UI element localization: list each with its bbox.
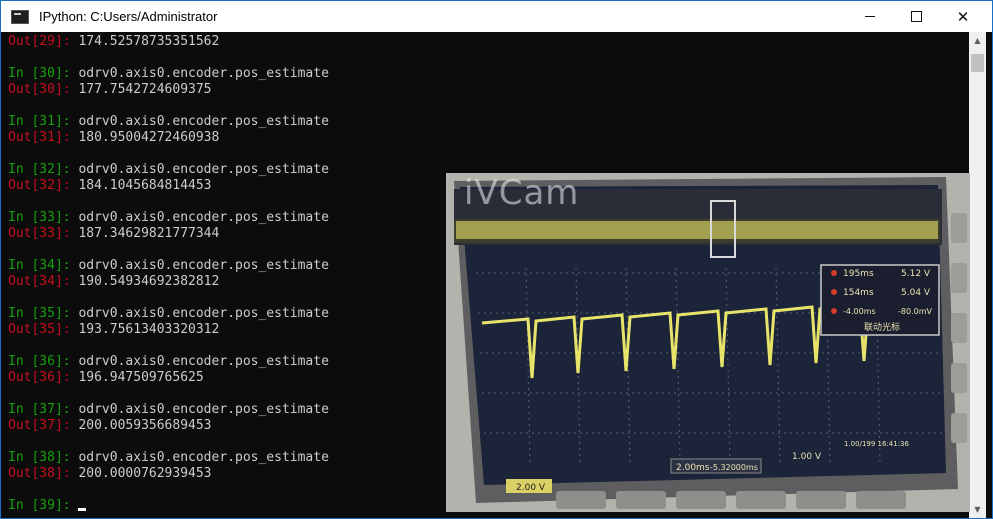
result-text: 187.34629821777344	[78, 226, 220, 241]
close-icon: ✕	[956, 7, 970, 26]
command-text: odrv0.axis0.encoder.pos_estimate	[78, 354, 329, 369]
measurement-2-right: 5.04 V	[901, 288, 931, 298]
result-text: 200.0059356689453	[78, 418, 212, 433]
out-prompt: Out[32]:	[8, 178, 79, 193]
minimize-button[interactable]	[847, 1, 893, 32]
ipython-window: IPython: C:Users/Administrator ✕ Out[29]…	[0, 0, 993, 519]
output-line: Out[32]: 184.1045684814453	[8, 178, 212, 194]
channel-scale-label: 1.00 V	[792, 452, 822, 462]
command-text: odrv0.axis0.encoder.pos_estimate	[78, 114, 329, 129]
output-line: Out[35]: 193.75613403320312	[8, 322, 219, 338]
measurement-3-right: -80.0mV	[898, 307, 932, 316]
out-prompt: Out[29]:	[8, 34, 79, 49]
minimize-icon	[865, 16, 875, 17]
input-line: In [32]: odrv0.axis0.encoder.pos_estimat…	[8, 162, 329, 178]
console-app-icon	[11, 9, 29, 24]
command-text: odrv0.axis0.encoder.pos_estimate	[78, 162, 329, 177]
input-line: In [33]: odrv0.axis0.encoder.pos_estimat…	[8, 210, 329, 226]
input-line: In [36]: odrv0.axis0.encoder.pos_estimat…	[8, 354, 329, 370]
input-line: In [39]:	[8, 498, 87, 514]
ivcam-watermark: iVCam	[464, 173, 580, 213]
input-line: In [34]: odrv0.axis0.encoder.pos_estimat…	[8, 258, 329, 274]
measurement-1-right: 5.12 V	[901, 269, 931, 279]
linked-cursor-label: 联动光标	[864, 321, 900, 333]
output-line: Out[33]: 187.34629821777344	[8, 226, 219, 242]
input-line: In [35]: odrv0.axis0.encoder.pos_estimat…	[8, 306, 329, 322]
out-prompt: Out[31]:	[8, 130, 79, 145]
in-prompt: In [35]:	[8, 306, 79, 321]
result-text: 177.7542724609375	[78, 82, 212, 97]
input-line: In [30]: odrv0.axis0.encoder.pos_estimat…	[8, 66, 329, 82]
out-prompt: Out[30]:	[8, 82, 79, 97]
output-line: Out[37]: 200.0059356689453	[8, 418, 212, 434]
result-text: 196.947509765625	[78, 370, 204, 385]
input-line: In [37]: odrv0.axis0.encoder.pos_estimat…	[8, 402, 329, 418]
input-line: In [31]: odrv0.axis0.encoder.pos_estimat…	[8, 114, 329, 130]
in-prompt: In [30]:	[8, 66, 79, 81]
measurement-1-left: 195ms	[843, 269, 874, 279]
out-prompt: Out[33]:	[8, 226, 79, 241]
trigger-offset-label: -5.32000ms	[710, 463, 758, 472]
in-prompt: In [32]:	[8, 162, 79, 177]
command-text: odrv0.axis0.encoder.pos_estimate	[78, 306, 329, 321]
channel-1-badge: 2.00 V	[516, 483, 546, 493]
output-line: Out[34]: 190.54934692382812	[8, 274, 219, 290]
text-cursor	[78, 508, 87, 511]
output-line: Out[30]: 177.7542724609375	[8, 82, 212, 98]
in-prompt: In [33]:	[8, 210, 79, 225]
in-prompt: In [37]:	[8, 402, 79, 417]
close-button[interactable]: ✕	[940, 1, 986, 32]
out-prompt: Out[37]:	[8, 418, 79, 433]
scroll-up-arrow-icon[interactable]: ▲	[969, 32, 986, 49]
maximize-icon	[910, 11, 922, 22]
command-text: odrv0.axis0.encoder.pos_estimate	[78, 450, 329, 465]
out-prompt: Out[36]:	[8, 370, 79, 385]
in-prompt: In [38]:	[8, 450, 79, 465]
command-text: odrv0.axis0.encoder.pos_estimate	[78, 258, 329, 273]
output-line: Out[31]: 180.95004272460938	[8, 130, 219, 146]
command-text: odrv0.axis0.encoder.pos_estimate	[78, 402, 329, 417]
oscilloscope-screen-image: 195ms 5.12 V 154ms 5.04 V -4.00ms -80.0m…	[446, 173, 970, 512]
out-prompt: Out[38]:	[8, 466, 79, 481]
scrollbar-thumb[interactable]	[971, 54, 984, 72]
result-text: 174.52578735351562	[78, 34, 220, 49]
timebase-label: 2.00ms	[676, 463, 710, 473]
output-line: Out[38]: 200.0000762939453	[8, 466, 212, 482]
in-prompt: In [31]:	[8, 114, 79, 129]
command-text: odrv0.axis0.encoder.pos_estimate	[78, 210, 329, 225]
oscilloscope-video-overlay: 195ms 5.12 V 154ms 5.04 V -4.00ms -80.0m…	[446, 173, 970, 512]
scroll-down-arrow-icon[interactable]: ▼	[969, 501, 986, 518]
measurement-2-left: 154ms	[843, 288, 874, 298]
output-line: Out[29]: 174.52578735351562	[8, 34, 219, 50]
command-text: odrv0.axis0.encoder.pos_estimate	[78, 66, 329, 81]
title-bar[interactable]: IPython: C:Users/Administrator ✕	[1, 1, 992, 32]
input-line: In [38]: odrv0.axis0.encoder.pos_estimat…	[8, 450, 329, 466]
in-prompt: In [39]:	[8, 498, 79, 513]
in-prompt: In [34]:	[8, 258, 79, 273]
maximize-button[interactable]	[893, 1, 939, 32]
output-line: Out[36]: 196.947509765625	[8, 370, 204, 386]
result-text: 200.0000762939453	[78, 466, 212, 481]
out-prompt: Out[34]:	[8, 274, 79, 289]
measurement-3-left: -4.00ms	[843, 307, 876, 316]
in-prompt: In [36]:	[8, 354, 79, 369]
vertical-scrollbar[interactable]: ▲ ▼	[969, 32, 986, 518]
window-title: IPython: C:Users/Administrator	[39, 9, 218, 24]
result-text: 180.95004272460938	[78, 130, 220, 145]
result-text: 184.1045684814453	[78, 178, 212, 193]
result-text: 193.75613403320312	[78, 322, 220, 337]
out-prompt: Out[35]:	[8, 322, 79, 337]
scope-info-label: 1.00/199 16:41:36	[844, 440, 910, 448]
result-text: 190.54934692382812	[78, 274, 220, 289]
